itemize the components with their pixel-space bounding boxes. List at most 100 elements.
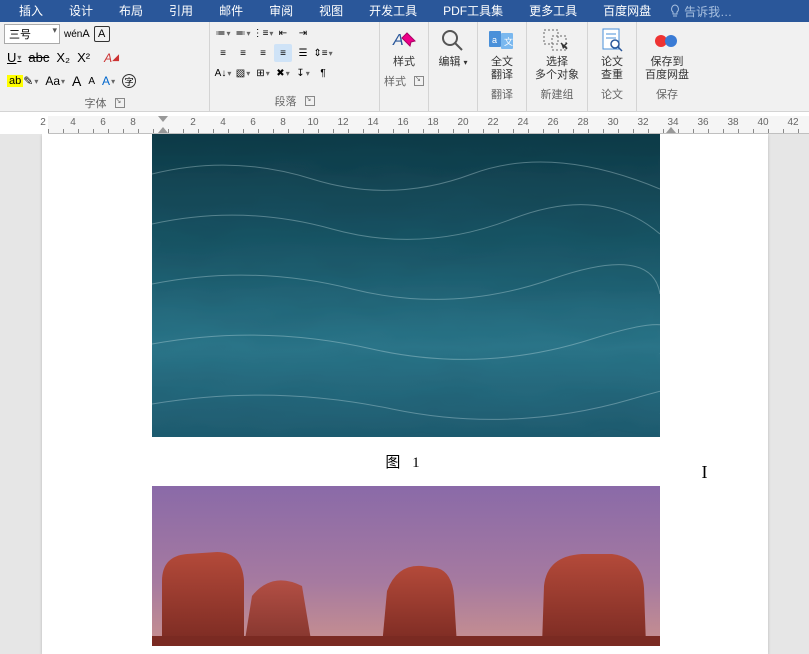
- line-spacing-button[interactable]: ⇕≡: [314, 44, 332, 62]
- image-caption-1[interactable]: 图 1: [42, 437, 768, 486]
- select-group: 选择多个对象 新建组: [527, 22, 588, 111]
- decrease-indent-button[interactable]: ⇤: [274, 24, 292, 42]
- svg-text:a: a: [492, 35, 497, 45]
- ribbon-tabs: 插入 设计 布局 引用 邮件 审阅 视图 开发工具 PDF工具集 更多工具 百度…: [0, 0, 809, 22]
- tab-mail[interactable]: 邮件: [206, 0, 256, 22]
- select-line2: 多个对象: [535, 69, 579, 81]
- ruler-num: 24: [517, 117, 528, 128]
- tab-review[interactable]: 审阅: [256, 0, 306, 22]
- translate-line1: 全文: [491, 56, 513, 68]
- sort-button[interactable]: ✖: [274, 64, 292, 82]
- styles-dialog-launcher[interactable]: [414, 76, 424, 86]
- font-group: 三号 wénA A U abc X₂ X² A◢ ab✎ Aa A A A 字 …: [0, 22, 210, 111]
- image-2[interactable]: [152, 486, 768, 646]
- strikethrough-button[interactable]: abc: [25, 48, 52, 67]
- tab-reference[interactable]: 引用: [156, 0, 206, 22]
- select-icon: [541, 26, 573, 54]
- ruler-num: 4: [220, 117, 226, 128]
- shrink-font-button[interactable]: A: [85, 74, 98, 89]
- distribute-button[interactable]: ☰: [294, 44, 312, 62]
- enclose-char-button[interactable]: 字: [119, 72, 139, 90]
- char-shading-button[interactable]: A: [99, 72, 118, 90]
- edit-label: 编辑: [438, 56, 460, 68]
- save-line1: 保存到: [651, 56, 684, 68]
- styles-button[interactable]: A 样式: [384, 24, 424, 71]
- document-canvas[interactable]: 图 1 I: [0, 134, 809, 654]
- image-1[interactable]: [152, 134, 768, 437]
- paper-review-button[interactable]: 论文查重: [592, 24, 632, 84]
- ruler-num: 6: [250, 117, 256, 128]
- left-indent-marker[interactable]: [158, 127, 168, 133]
- ruler-num: 22: [487, 117, 498, 128]
- align-left-button[interactable]: ≡: [214, 44, 232, 62]
- text-direction-button[interactable]: A↓: [214, 64, 232, 82]
- ruler-num: 4: [70, 117, 76, 128]
- translate-group-label: 翻译: [482, 84, 522, 104]
- borders-button[interactable]: ⊞: [254, 64, 272, 82]
- align-justify-button[interactable]: ≡: [274, 44, 292, 62]
- char-border-button[interactable]: A: [94, 26, 110, 42]
- numbering-button[interactable]: ≕: [234, 24, 252, 42]
- ruler-num: 38: [727, 117, 738, 128]
- edit-group: 编辑 ▾: [429, 22, 478, 111]
- tab-view[interactable]: 视图: [306, 0, 356, 22]
- ruler-num: 34: [667, 117, 678, 128]
- translate-line2: 翻译: [491, 69, 513, 81]
- save-line2: 百度网盘: [645, 69, 689, 81]
- ruler-area: 8642246810121416182022242628303234363840…: [0, 112, 809, 134]
- text-cursor: I: [702, 462, 708, 483]
- horizontal-ruler[interactable]: 8642246810121416182022242628303234363840…: [48, 116, 809, 134]
- ruler-num: 32: [637, 117, 648, 128]
- para-spacing-button[interactable]: ↧: [294, 64, 312, 82]
- ruler-num: 10: [307, 117, 318, 128]
- case-button[interactable]: Aa: [42, 72, 68, 90]
- ruler-num: 16: [397, 117, 408, 128]
- paragraph-group: ≔ ≕ ⋮≡ ⇤ ⇥ ≡ ≡ ≡ ≡ ☰ ⇕≡ A↓ ▧ ⊞ ✖ ↧ ¶ 段落: [210, 22, 380, 111]
- select-multiple-button[interactable]: 选择多个对象: [531, 24, 583, 84]
- tab-pdf[interactable]: PDF工具集: [430, 0, 516, 22]
- ruler-num: 30: [607, 117, 618, 128]
- paragraph-dialog-launcher[interactable]: [305, 96, 315, 106]
- font-size-combo[interactable]: 三号: [4, 24, 60, 44]
- font-dialog-launcher[interactable]: [115, 98, 125, 108]
- ruler-num: 40: [757, 117, 768, 128]
- align-center-button[interactable]: ≡: [234, 44, 252, 62]
- highlight-button[interactable]: ab✎: [4, 72, 41, 90]
- tab-devtools[interactable]: 开发工具: [356, 0, 430, 22]
- tab-more[interactable]: 更多工具: [516, 0, 590, 22]
- grow-font-button[interactable]: A: [69, 71, 84, 91]
- styles-icon: A: [388, 26, 420, 54]
- save-group: 保存到百度网盘 保存: [637, 22, 697, 111]
- underline-button[interactable]: U: [4, 48, 24, 67]
- phonetic-guide-button[interactable]: wénA: [61, 26, 93, 42]
- show-marks-button[interactable]: ¶: [314, 64, 332, 82]
- multilevel-button[interactable]: ⋮≡: [254, 24, 272, 42]
- ruler-num: 28: [577, 117, 588, 128]
- svg-text:A: A: [392, 32, 404, 49]
- subscript-button[interactable]: X₂: [53, 48, 73, 67]
- increase-indent-button[interactable]: ⇥: [294, 24, 312, 42]
- superscript-button[interactable]: X²: [74, 48, 93, 67]
- tab-insert[interactable]: 插入: [6, 0, 56, 22]
- ruler-num: 6: [100, 117, 106, 128]
- align-right-button[interactable]: ≡: [254, 44, 272, 62]
- translate-group: a文 全文翻译 翻译: [478, 22, 527, 111]
- clear-format-button[interactable]: A◢: [101, 49, 122, 67]
- save-group-label: 保存: [641, 84, 693, 104]
- tab-layout[interactable]: 布局: [106, 0, 156, 22]
- save-cloud-button[interactable]: 保存到百度网盘: [641, 24, 693, 84]
- tell-me[interactable]: 告诉我…: [664, 3, 732, 20]
- ruler-num: 8: [280, 117, 286, 128]
- tab-design[interactable]: 设计: [56, 0, 106, 22]
- svg-text:文: 文: [504, 36, 513, 47]
- styles-group: A 样式 样式: [380, 22, 429, 111]
- first-line-indent-marker[interactable]: [158, 116, 168, 122]
- find-icon: [437, 26, 469, 54]
- bullets-button[interactable]: ≔: [214, 24, 232, 42]
- page: 图 1 I: [42, 134, 768, 654]
- tab-baidu[interactable]: 百度网盘: [590, 0, 664, 22]
- edit-button[interactable]: 编辑 ▾: [433, 24, 473, 71]
- review-group-label: 论文: [592, 84, 632, 104]
- translate-button[interactable]: a文 全文翻译: [482, 24, 522, 84]
- shading-button[interactable]: ▧: [234, 64, 252, 82]
